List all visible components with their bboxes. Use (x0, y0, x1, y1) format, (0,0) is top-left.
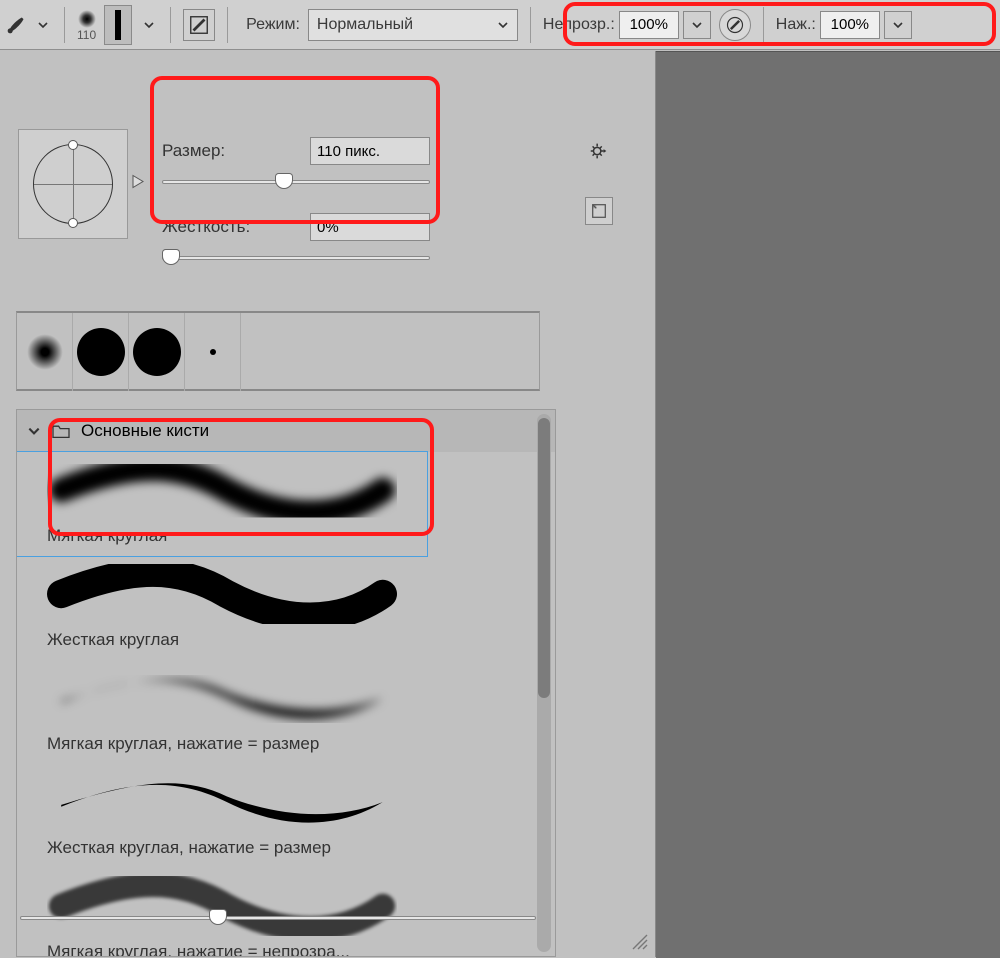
brush-list-scrollbar[interactable] (537, 414, 551, 952)
flow-label: Наж.: (776, 16, 816, 34)
brush-item-label: Мягкая круглая, нажатие = непрозра... (47, 942, 397, 957)
brush-item[interactable]: Жесткая круглая, нажатие = размер (17, 764, 427, 868)
blend-mode-select[interactable]: Нормальный (308, 9, 518, 41)
divider (763, 7, 764, 43)
new-preset-icon[interactable] (585, 197, 613, 225)
hardness-input[interactable] (310, 213, 430, 241)
angle-arrow-icon (131, 174, 145, 195)
brush-preset-dropdown[interactable] (140, 16, 158, 34)
brush-size-number: 110 (77, 28, 96, 42)
brush-item[interactable]: Мягкая круглая (17, 452, 427, 556)
size-slider[interactable] (162, 173, 430, 191)
opacity-input[interactable] (619, 11, 679, 39)
flow-group: Наж.: (776, 11, 912, 39)
brush-item-label: Жесткая круглая (47, 630, 397, 650)
blend-mode-value: Нормальный (317, 16, 413, 34)
brush-size-preview[interactable]: 110 (77, 8, 96, 42)
brush-stroke-preview (47, 564, 397, 624)
brush-item-label: Мягкая круглая (47, 526, 397, 546)
brush-stroke-preview (47, 772, 397, 832)
flow-dropdown[interactable] (884, 11, 912, 39)
tip-hard-large[interactable] (73, 313, 129, 391)
opacity-group: Непрозр.: (543, 11, 711, 39)
divider (170, 7, 171, 43)
divider (227, 7, 228, 43)
brush-tool-icon[interactable] (6, 15, 26, 35)
chevron-down-icon (27, 424, 41, 438)
tip-soft[interactable] (17, 313, 73, 391)
brush-settings-toggle[interactable] (183, 9, 215, 41)
brush-item[interactable]: Мягкая круглая, нажатие = размер (17, 660, 427, 764)
hardness-label: Жесткость: (162, 217, 250, 237)
brush-preset-panel: Размер: Жесткость: (0, 51, 656, 957)
tip-empty (241, 313, 539, 391)
brush-item-label: Жесткая круглая, нажатие = размер (47, 838, 397, 858)
brush-angle-widget[interactable] (18, 129, 128, 239)
size-label: Размер: (162, 141, 225, 161)
divider (64, 7, 65, 43)
brush-list: Основные кисти Мягкая круглая Жесткая кр… (16, 409, 556, 957)
hardness-slider[interactable] (162, 249, 430, 267)
brush-item[interactable]: Жесткая круглая (17, 556, 427, 660)
brush-stroke-preview (47, 668, 397, 728)
folder-icon (51, 423, 71, 439)
brush-stroke-preview (47, 460, 397, 520)
pressure-opacity-icon[interactable] (719, 9, 751, 41)
tip-hard-med[interactable] (129, 313, 185, 391)
blend-mode-label: Режим: (246, 16, 300, 34)
opacity-dropdown[interactable] (683, 11, 711, 39)
size-hardness-block: Размер: Жесткость: (162, 137, 430, 267)
brush-group-name: Основные кисти (81, 421, 209, 441)
options-bar: 110 Режим: Нормальный Непрозр.: Наж.: (0, 0, 1000, 50)
size-input[interactable] (310, 137, 430, 165)
canvas-area[interactable] (656, 51, 1000, 958)
tool-preset-dropdown[interactable] (34, 16, 52, 34)
brush-tip-row (16, 311, 540, 391)
divider (530, 7, 531, 43)
opacity-label: Непрозр.: (543, 16, 615, 34)
brush-stroke-preview (47, 876, 397, 936)
preview-size-slider[interactable] (20, 909, 536, 927)
brush-group-header[interactable]: Основные кисти (17, 410, 555, 452)
panel-menu-gear-icon[interactable] (585, 137, 613, 165)
brush-item-label: Мягкая круглая, нажатие = размер (47, 734, 397, 754)
tip-tiny[interactable] (185, 313, 241, 391)
resize-grip-icon[interactable] (629, 931, 649, 951)
flow-input[interactable] (820, 11, 880, 39)
brush-preset-picker[interactable] (104, 5, 132, 45)
